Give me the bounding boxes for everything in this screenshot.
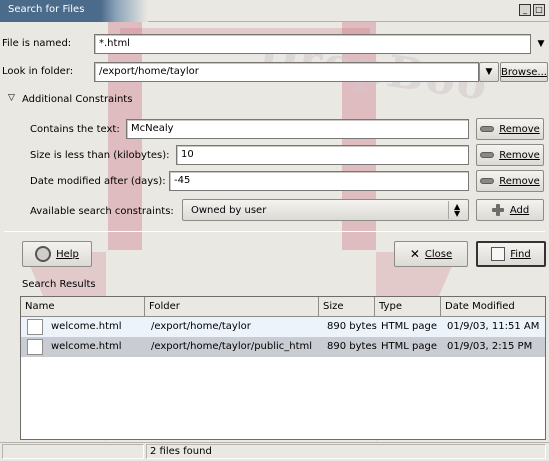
column-header-date-modified[interactable]: Date Modified (441, 297, 545, 316)
cell-size: 890 bytes (327, 341, 377, 352)
window-title: Search for Files (8, 4, 85, 15)
column-header-type[interactable]: Type (375, 297, 441, 316)
status-segment-empty (2, 444, 144, 459)
minimize-icon[interactable]: _ (519, 4, 531, 16)
look-in-label: Look in folder: (2, 66, 74, 77)
constraint-label-text: Contains the text: (30, 124, 120, 135)
remove-icon (480, 152, 495, 158)
constraint-label-size: Size is less than (kilobytes): (30, 150, 170, 161)
look-in-input[interactable]: /export/home/taylor (94, 62, 479, 82)
add-button-label: Add (509, 204, 530, 216)
add-constraint-button[interactable]: Add (476, 199, 544, 221)
column-header-size[interactable]: Size (319, 297, 375, 316)
find-button-label: Find (510, 248, 531, 260)
select-updown-icon: ▲ ▼ (454, 202, 461, 218)
results-header: Name Folder Size Type Date Modified (21, 297, 545, 317)
remove-button-label: Remove (499, 175, 540, 187)
section-divider (4, 231, 545, 232)
remove-button-label: Remove (499, 123, 540, 135)
close-button-label: Close (424, 248, 453, 260)
close-icon: ✕ (409, 247, 420, 261)
select-separator (448, 201, 449, 219)
help-button-label: Help (56, 248, 79, 260)
help-button[interactable]: Help (22, 241, 92, 267)
cell-date-modified: 01/9/03, 11:51 AM (447, 321, 540, 332)
table-row-selected[interactable]: welcome.html /export/home/taylor/public_… (21, 337, 545, 357)
additional-constraints-label[interactable]: Additional Constraints (22, 94, 132, 105)
file-icon (27, 339, 43, 355)
file-named-label: File is named: (2, 38, 72, 49)
constraint-size-input[interactable]: 10 (176, 145, 469, 165)
browse-button-label: Browse... (501, 66, 547, 78)
status-text: 2 files found (146, 444, 546, 459)
cell-type: HTML page (381, 341, 437, 352)
close-button[interactable]: ✕ Close (394, 241, 468, 267)
column-header-folder[interactable]: Folder (145, 297, 319, 316)
search-results-label: Search Results (22, 279, 96, 290)
remove-icon (480, 126, 495, 132)
column-header-name[interactable]: Name (21, 297, 145, 316)
available-constraints-label: Available search constraints: (30, 206, 174, 217)
remove-date-button[interactable]: Remove (476, 170, 544, 192)
expander-arrow-icon[interactable]: ▽ (8, 93, 15, 103)
find-icon (491, 247, 506, 261)
find-button[interactable]: Find (476, 241, 546, 267)
maximize-icon[interactable]: □ (533, 4, 545, 16)
look-in-dropdown-icon[interactable]: ▼ (479, 62, 499, 82)
available-constraints-select[interactable]: Owned by user (182, 199, 469, 221)
constraint-text-input[interactable]: McNealy (126, 119, 469, 139)
results-table[interactable]: Name Folder Size Type Date Modified welc… (20, 296, 546, 440)
constraint-date-input[interactable]: -45 (169, 171, 469, 191)
cell-name: welcome.html (51, 341, 122, 352)
table-row[interactable]: welcome.html /export/home/taylor 890 byt… (21, 317, 545, 337)
add-icon (491, 203, 505, 217)
remove-button-label: Remove (499, 149, 540, 161)
cell-size: 890 bytes (327, 321, 377, 332)
file-named-dropdown-icon[interactable]: ▼ (533, 36, 549, 52)
cell-type: HTML page (381, 321, 437, 332)
browse-button[interactable]: Browse... (500, 62, 548, 82)
remove-size-button[interactable]: Remove (476, 144, 544, 166)
help-icon (35, 246, 52, 262)
file-icon (27, 319, 43, 335)
available-constraints-value: Owned by user (191, 204, 267, 216)
remove-text-button[interactable]: Remove (476, 118, 544, 140)
cell-name: welcome.html (51, 321, 122, 332)
constraint-label-date: Date modified after (days): (30, 176, 166, 187)
file-named-input[interactable]: *.html (94, 34, 531, 54)
remove-icon (480, 178, 495, 184)
cell-folder: /export/home/taylor (151, 321, 251, 332)
cell-folder: /export/home/taylor/public_html (151, 341, 313, 352)
cell-date-modified: 01/9/03, 2:15 PM (447, 341, 533, 352)
